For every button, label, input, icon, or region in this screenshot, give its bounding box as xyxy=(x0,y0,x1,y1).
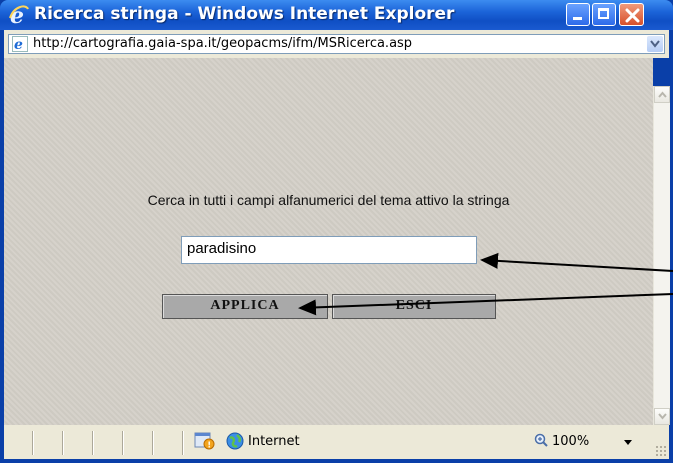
close-icon xyxy=(625,8,640,23)
url-field[interactable]: e http://cartografia.gaia-spa.it/geopacm… xyxy=(8,34,665,54)
ie-page-icon: e xyxy=(12,36,28,52)
url-dropdown-button[interactable] xyxy=(647,36,663,52)
address-bar: e http://cartografia.gaia-spa.it/geopacm… xyxy=(4,30,669,58)
internet-zone-icon xyxy=(226,432,244,450)
maximize-icon xyxy=(598,8,609,19)
ie-logo-icon: e xyxy=(9,4,29,26)
apply-button[interactable]: APPLICA xyxy=(162,294,328,319)
status-separator xyxy=(62,431,63,455)
scroll-down-button[interactable] xyxy=(654,408,670,425)
close-button[interactable] xyxy=(619,3,644,26)
zoom-icon[interactable] xyxy=(534,433,548,447)
svg-text:!: ! xyxy=(207,441,211,450)
zoom-dropdown-icon[interactable] xyxy=(624,440,632,445)
search-input[interactable]: paradisino xyxy=(181,236,477,264)
scroll-up-button[interactable] xyxy=(654,86,670,103)
zoom-level[interactable]: 100% xyxy=(552,434,589,449)
status-separator xyxy=(182,431,183,455)
status-bar: ! Internet 100% xyxy=(4,425,669,459)
maximize-button[interactable] xyxy=(592,3,616,26)
security-zone-label: Internet xyxy=(248,434,300,449)
search-prompt: Cerca in tutti i campi alfanumerici del … xyxy=(147,192,510,208)
status-separator xyxy=(92,431,93,455)
status-separator xyxy=(122,431,123,455)
chevron-down-icon xyxy=(650,40,660,48)
minimize-button[interactable] xyxy=(566,3,590,26)
browser-window: e Ricerca stringa - Windows Internet Exp… xyxy=(0,0,673,463)
svg-text:e: e xyxy=(14,37,23,52)
status-separator xyxy=(32,431,33,455)
page-content: Cerca in tutti i campi alfanumerici del … xyxy=(4,58,653,425)
protected-mode-icon[interactable]: ! xyxy=(194,431,216,451)
exit-button[interactable]: ESCI xyxy=(332,294,496,319)
chevron-up-icon xyxy=(658,91,667,98)
resize-grip-icon[interactable] xyxy=(655,445,667,457)
status-separator xyxy=(152,431,153,455)
window-title: Ricerca stringa - Windows Internet Explo… xyxy=(34,4,455,24)
minimize-icon xyxy=(573,17,582,20)
title-bar[interactable]: e Ricerca stringa - Windows Internet Exp… xyxy=(0,0,673,30)
chevron-down-icon xyxy=(658,413,667,420)
vertical-scrollbar[interactable] xyxy=(653,86,670,425)
url-text: http://cartografia.gaia-spa.it/geopacms/… xyxy=(33,36,413,51)
